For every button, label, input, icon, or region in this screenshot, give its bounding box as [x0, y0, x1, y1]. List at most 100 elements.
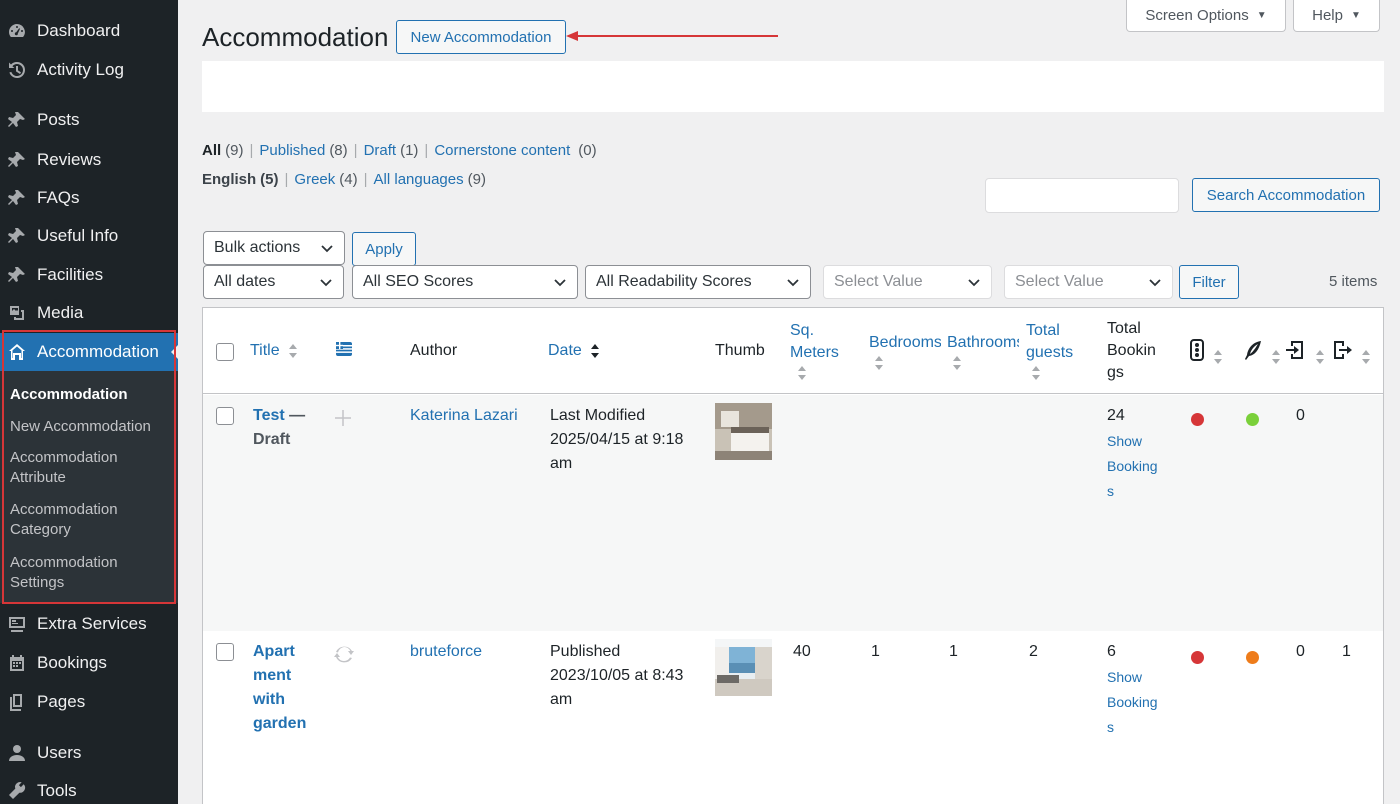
row-date: Published 2023/10/05 at 8:43 am — [550, 640, 700, 712]
menu-item-faqs[interactable]: FAQs — [0, 179, 178, 217]
table-row: Apart ment with garden bruteforce Publis… — [203, 631, 1383, 804]
select-all-checkbox[interactable] — [216, 343, 234, 361]
select-value-filter-1[interactable]: Select Value — [823, 265, 992, 299]
new-accommodation-button[interactable]: New Accommodation — [396, 20, 566, 54]
bulk-actions-select[interactable]: Bulk actions — [203, 231, 345, 265]
seo-score-dot — [1191, 651, 1204, 664]
title-link: garden — [253, 715, 307, 732]
menu-label: Posts — [37, 110, 80, 129]
show-bookings-link[interactable]: Show Booking s — [1107, 665, 1167, 740]
seo-scores-select[interactable]: All SEO Scores — [352, 265, 578, 299]
view-english[interactable]: English — [202, 171, 256, 188]
view-cornerstone[interactable]: Cornerstone content — [434, 142, 570, 159]
add-translation-icon[interactable] — [334, 409, 352, 427]
submenu-item-attribute[interactable]: Accommodation Attribute — [10, 448, 170, 488]
thumbnail-image[interactable] — [715, 403, 772, 460]
link-in-icon — [1286, 341, 1303, 359]
author-link[interactable]: bruteforce — [410, 640, 482, 664]
select-value-filter-2[interactable]: Select Value — [1004, 265, 1173, 299]
sort-icon — [798, 366, 806, 380]
menu-label: Facilities — [37, 265, 104, 284]
column-total-guests[interactable]: Total guests — [1026, 320, 1096, 389]
menu-item-useful-info[interactable]: Useful Info — [0, 217, 178, 255]
menu-item-media[interactable]: Media — [0, 294, 178, 332]
submenu-item-new-accommodation[interactable]: New Accommodation — [10, 417, 170, 437]
sort-icon — [1272, 349, 1281, 364]
view-count: (1) — [400, 142, 419, 159]
row-checkbox[interactable] — [216, 643, 234, 661]
column-outbound-links[interactable] — [1331, 339, 1371, 368]
column-label: guests — [1026, 344, 1074, 361]
menu-item-extra-services[interactable]: Extra Services — [0, 605, 178, 643]
thumbnail-image[interactable] — [715, 639, 772, 696]
date-status: Last Modified — [550, 407, 646, 424]
separator: | — [249, 142, 254, 159]
view-all[interactable]: All — [202, 142, 221, 159]
menu-item-reviews[interactable]: Reviews — [0, 141, 178, 179]
column-date[interactable]: Date — [548, 340, 600, 362]
chevron-down-icon — [1149, 279, 1161, 287]
greek-flag-icon — [336, 342, 352, 356]
view-greek[interactable]: Greek — [294, 171, 335, 188]
menu-item-accommodation[interactable]: Accommodation — [0, 333, 178, 371]
wrench-icon — [6, 780, 28, 802]
annotation-arrow — [566, 31, 778, 41]
view-count: (8) — [329, 142, 348, 159]
menu-label: Bookings — [37, 653, 107, 672]
dates-select[interactable]: All dates — [203, 265, 344, 299]
column-sq-meters[interactable]: Sq. Meters — [790, 320, 860, 389]
readability-scores-select[interactable]: All Readability Scores — [585, 265, 811, 299]
menu-item-bookings[interactable]: Bookings — [0, 644, 178, 682]
submenu-item-category[interactable]: Accommodation Category — [10, 500, 170, 540]
screen-options-button[interactable]: Screen Options ▼ — [1126, 0, 1286, 32]
submenu-item-accommodation[interactable]: Accommodation — [10, 385, 170, 405]
view-draft[interactable]: Draft — [364, 142, 397, 159]
menu-item-facilities[interactable]: Facilities — [0, 256, 178, 294]
column-label: Bedrooms — [869, 334, 941, 351]
menu-item-tools[interactable]: Tools — [0, 772, 178, 804]
column-inbound-links[interactable] — [1285, 339, 1325, 368]
post-state: Draft — [253, 431, 291, 448]
row-title[interactable]: Apart ment with garden — [253, 640, 323, 736]
view-all-languages[interactable]: All languages — [374, 171, 464, 188]
show-bookings-link[interactable]: Show Booking s — [1107, 429, 1167, 504]
admin-sidebar: Dashboard Activity Log Posts Reviews FAQ… — [0, 0, 178, 804]
accommodation-submenu: Accommodation New Accommodation Accommod… — [0, 371, 178, 603]
column-label: Sq. — [790, 322, 815, 339]
menu-item-dashboard[interactable]: Dashboard — [0, 12, 178, 50]
view-published[interactable]: Published — [259, 142, 325, 159]
menu-label: Pages — [37, 692, 86, 711]
column-label: Bookin — [1107, 342, 1156, 359]
help-label: Help — [1312, 7, 1343, 24]
search-input[interactable] — [985, 178, 1179, 213]
menu-item-pages[interactable]: Pages — [0, 683, 178, 721]
date-value: am — [550, 455, 573, 472]
submenu-item-settings[interactable]: Accommodation Settings — [10, 553, 170, 593]
column-title[interactable]: Title — [250, 340, 298, 362]
search-accommodation-button[interactable]: Search Accommodation — [1192, 178, 1380, 212]
help-button[interactable]: Help ▼ — [1293, 0, 1380, 32]
apply-button[interactable]: Apply — [352, 232, 416, 266]
filter-button[interactable]: Filter — [1179, 265, 1239, 299]
view-count: (5) — [260, 171, 279, 188]
menu-item-posts[interactable]: Posts — [0, 101, 178, 139]
pin-icon — [6, 149, 28, 171]
table-row: Test — Draft Katerina Lazari Last Modifi… — [203, 395, 1383, 631]
title-link[interactable]: Test — [253, 407, 285, 424]
date-value: 2025/04/15 at 9:18 — [550, 431, 684, 448]
row-checkbox[interactable] — [216, 407, 234, 425]
menu-label: FAQs — [37, 188, 80, 207]
traffic-light-icon — [1190, 339, 1204, 361]
column-seo-score[interactable] — [1189, 339, 1223, 368]
menu-item-activity-log[interactable]: Activity Log — [0, 51, 178, 89]
column-bathrooms[interactable]: Bathrooms — [947, 332, 1019, 379]
author-link[interactable]: Katerina Lazari — [410, 404, 518, 428]
column-readability-score[interactable] — [1243, 339, 1281, 368]
select-value: Select Value — [834, 273, 923, 290]
menu-item-users[interactable]: Users — [0, 734, 178, 772]
link-text: Show — [1107, 669, 1143, 685]
column-bedrooms[interactable]: Bedrooms — [869, 332, 941, 379]
separator: | — [284, 171, 289, 188]
sync-translation-icon[interactable] — [334, 644, 354, 664]
column-label: gs — [1107, 364, 1124, 381]
